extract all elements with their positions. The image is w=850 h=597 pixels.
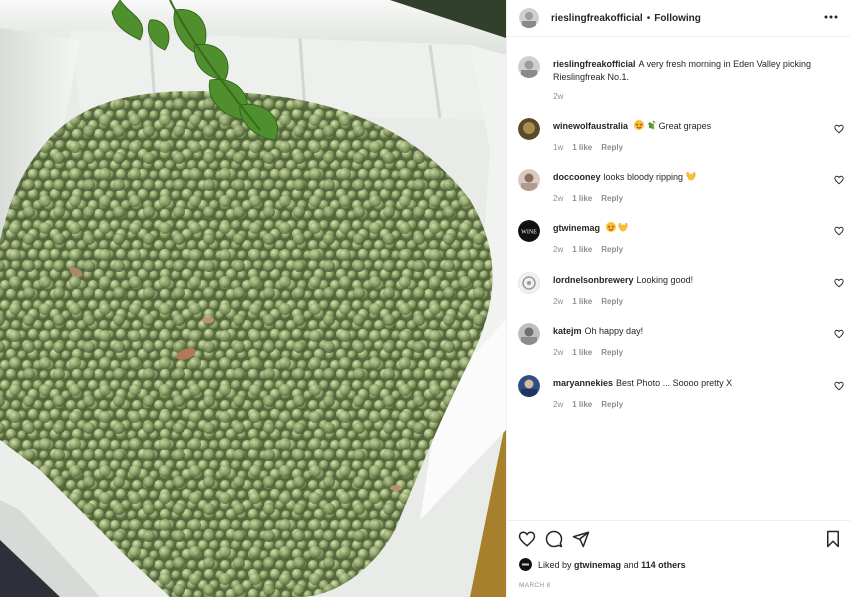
comment-meta: 1w 1 like Reply — [553, 143, 623, 152]
comment-icon[interactable] — [545, 530, 563, 548]
post-header: rieslingfreakofficial • Following — [507, 0, 850, 37]
author-username[interactable]: rieslingfreakofficial — [551, 13, 643, 24]
comments-list[interactable]: rieslingfreakofficial A very fresh mornin… — [507, 37, 850, 520]
heart-icon[interactable] — [518, 530, 536, 548]
liked-user[interactable]: gtwinemag — [574, 560, 621, 570]
comment-text: Oh happy day! — [584, 326, 644, 336]
comment-username[interactable]: winewolfaustralia — [553, 121, 628, 131]
caption-username[interactable]: rieslingfreakofficial — [553, 59, 636, 69]
liked-by: Liked by gtwinemag and 114 others — [519, 558, 686, 571]
comment-text-block: doccooney looks bloody ripping — [553, 171, 823, 184]
comment-text-block: lordnelsonbrewery Looking good! — [553, 274, 823, 287]
commenter-avatar[interactable]: WINE — [518, 220, 540, 242]
reply-button[interactable]: Reply — [601, 194, 623, 203]
raising-hands-emoji — [618, 223, 628, 232]
comment-heart-icon[interactable] — [834, 278, 844, 288]
comment-text-block: katejm Oh happy day! — [553, 325, 823, 338]
comment-likes[interactable]: 1 like — [572, 400, 592, 409]
liked-prefix: Liked by — [538, 559, 572, 570]
reply-button[interactable]: Reply — [601, 400, 623, 409]
comment-heart-icon[interactable] — [834, 175, 844, 185]
comment-text: Looking good! — [636, 275, 694, 285]
comment-time[interactable]: 2w — [553, 348, 563, 357]
comment-text: Best Photo ... Soooo pretty X — [616, 378, 733, 388]
reply-button[interactable]: Reply — [601, 297, 623, 306]
grapes-bin-image — [0, 0, 506, 597]
comment-likes[interactable]: 1 like — [572, 245, 592, 254]
caption-meta: 2w — [553, 92, 563, 101]
comment-time[interactable]: 2w — [553, 194, 563, 203]
liked-others[interactable]: 114 others — [641, 560, 686, 570]
comment-likes[interactable]: 1 like — [572, 194, 592, 203]
bookmark-icon[interactable] — [824, 530, 842, 548]
comment-time[interactable]: 2w — [553, 400, 563, 409]
star-struck-emoji — [633, 120, 644, 130]
comment-username[interactable]: katejm — [553, 326, 582, 336]
comment-heart-icon[interactable] — [834, 124, 844, 134]
comment-likes[interactable]: 1 like — [572, 297, 592, 306]
comment-text: looks bloody ripping — [603, 172, 684, 182]
reply-button[interactable]: Reply — [601, 348, 623, 357]
comment-likes[interactable]: 1 like — [572, 348, 592, 357]
caption-avatar[interactable] — [518, 56, 540, 78]
comment-time[interactable]: 2w — [553, 245, 563, 254]
reply-button[interactable]: Reply — [601, 143, 623, 152]
header-separator: • — [646, 12, 651, 24]
comment-time[interactable]: 1w — [553, 143, 563, 152]
svg-text:WINE: WINE — [521, 230, 537, 236]
comment-text: Great grapes — [658, 121, 712, 131]
commenter-avatar[interactable] — [518, 169, 540, 191]
paper-plane-icon[interactable] — [572, 530, 590, 548]
star-struck-emoji — [605, 222, 616, 232]
grapes-emoji — [648, 120, 656, 130]
commenter-avatar[interactable] — [518, 272, 540, 294]
comment-meta: 2w 1 like Reply — [553, 400, 623, 409]
caption-time[interactable]: 2w — [553, 92, 563, 101]
commenter-avatar[interactable] — [518, 323, 540, 345]
comment-username[interactable]: doccooney — [553, 172, 601, 182]
raising-hands-emoji — [686, 172, 696, 181]
commenter-avatar[interactable] — [518, 118, 540, 140]
commenter-avatar[interactable] — [518, 375, 540, 397]
comment-text-block: gtwinemag — [553, 222, 823, 235]
following-button[interactable]: Following — [654, 13, 701, 24]
comment-heart-icon[interactable] — [834, 329, 844, 339]
post-date[interactable]: MARCH 8 — [519, 582, 550, 589]
author-avatar[interactable] — [519, 8, 539, 28]
comment-text-block: maryannekies Best Photo ... Soooo pretty … — [553, 377, 823, 390]
comment-text-block: winewolfaustralia Great grapes — [553, 120, 823, 133]
caption-text-block: rieslingfreakofficial A very fresh mornin… — [553, 58, 823, 84]
comment-heart-icon[interactable] — [834, 226, 844, 236]
post-actions: Liked by gtwinemag and 114 others MARCH … — [507, 520, 850, 597]
more-horizontal-icon[interactable] — [823, 9, 839, 25]
comment-heart-icon[interactable] — [834, 381, 844, 391]
comment-meta: 2w 1 like Reply — [553, 245, 623, 254]
post-photo[interactable] — [0, 0, 506, 597]
comment-meta: 2w 1 like Reply — [553, 194, 623, 203]
comment-username[interactable]: maryannekies — [553, 378, 613, 388]
liked-and: and — [623, 559, 639, 570]
comment-meta: 2w 1 like Reply — [553, 297, 623, 306]
post-side-panel: rieslingfreakofficial • Following riesli… — [506, 0, 850, 597]
comment-username[interactable]: lordnelsonbrewery — [553, 275, 634, 285]
comment-meta: 2w 1 like Reply — [553, 348, 623, 357]
reply-button[interactable]: Reply — [601, 245, 623, 254]
liked-by-avatar[interactable] — [519, 558, 532, 571]
comment-likes[interactable]: 1 like — [572, 143, 592, 152]
comment-time[interactable]: 2w — [553, 297, 563, 306]
comment-username[interactable]: gtwinemag — [553, 223, 600, 233]
